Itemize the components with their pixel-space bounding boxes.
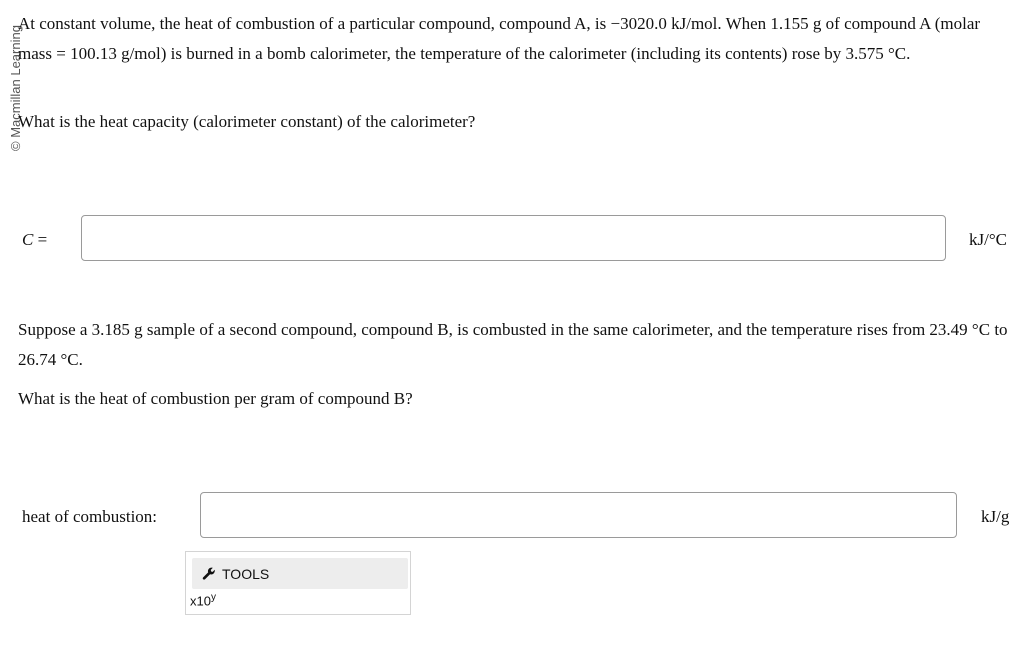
question2-text: Suppose a 3.185 g sample of a second com… [18, 320, 1008, 369]
scientific-notation-button[interactable]: x10y [190, 592, 216, 608]
heat-of-combustion-input[interactable] [200, 492, 957, 538]
tools-button[interactable]: TOOLS [192, 558, 408, 589]
question1-text: At constant volume, the heat of combusti… [18, 14, 981, 63]
heat-of-combustion-label: heat of combustion: [22, 507, 158, 526]
heat-of-combustion-unit: kJ/g [981, 507, 1010, 526]
tools-panel: TOOLS x10y [185, 551, 411, 615]
wrench-icon [202, 567, 216, 581]
heat-capacity-input[interactable] [81, 215, 946, 261]
capacity-equals: = [33, 230, 48, 249]
question1-prompt: What is the heat capacity (calorimeter c… [18, 112, 476, 131]
capacity-unit: kJ/°C [969, 230, 1007, 249]
tools-label: TOOLS [222, 565, 270, 582]
capacity-label: C = [22, 230, 47, 250]
capacity-variable: C [22, 230, 34, 249]
sci-base: x10 [190, 593, 211, 609]
sci-exponent: y [210, 592, 216, 603]
question2-prompt: What is the heat of combustion per gram … [18, 389, 413, 408]
